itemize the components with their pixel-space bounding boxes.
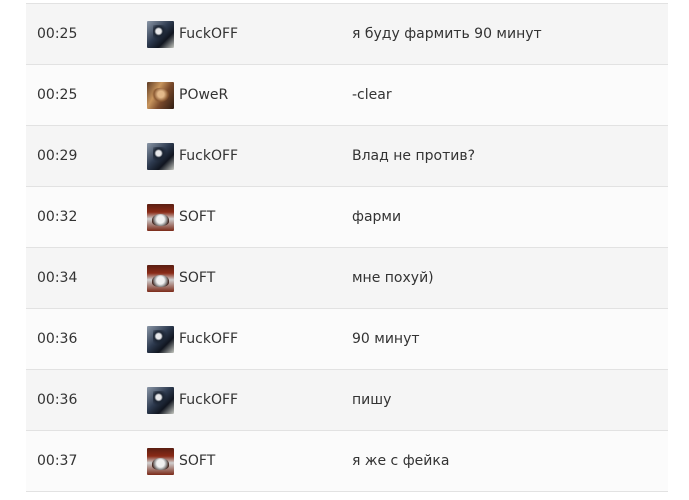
message-time: 00:36	[37, 331, 78, 347]
message-time: 00:25	[37, 26, 78, 42]
message-text: фарми	[352, 209, 402, 225]
message-time: 00:25	[37, 87, 78, 103]
message-author[interactable]: SOFT	[147, 447, 327, 475]
message-time: 00:29	[37, 148, 78, 164]
message-text: Влад не против?	[352, 148, 476, 164]
chat-row: 00:37 SOFT я же с фейка	[26, 431, 668, 492]
chat-log-table: 00:25 FuckOFF я буду фармить 90 минут 00…	[26, 3, 668, 492]
user-avatar-icon[interactable]	[147, 386, 174, 414]
message-text: -clear	[352, 87, 392, 103]
message-author[interactable]: SOFT	[147, 264, 327, 292]
message-text: я же с фейка	[352, 453, 450, 469]
message-text: мне похуй)	[352, 270, 434, 286]
username[interactable]: SOFT	[179, 270, 215, 286]
chat-row: 00:25 POweR -clear	[26, 65, 668, 126]
message-time: 00:32	[37, 209, 78, 225]
user-avatar-icon[interactable]	[147, 81, 174, 109]
message-author[interactable]: FuckOFF	[147, 386, 327, 414]
message-author[interactable]: POweR	[147, 81, 327, 109]
chat-row: 00:32 SOFT фарми	[26, 187, 668, 248]
message-text: я буду фармить 90 минут	[352, 26, 542, 42]
message-author[interactable]: FuckOFF	[147, 142, 327, 170]
chat-row: 00:36 FuckOFF пишу	[26, 370, 668, 431]
message-time: 00:36	[37, 392, 78, 408]
username[interactable]: FuckOFF	[179, 331, 238, 347]
message-author[interactable]: SOFT	[147, 203, 327, 231]
username[interactable]: FuckOFF	[179, 392, 238, 408]
message-text: пишу	[352, 392, 392, 408]
user-avatar-icon[interactable]	[147, 203, 174, 231]
user-avatar-icon[interactable]	[147, 325, 174, 353]
username[interactable]: POweR	[179, 87, 228, 103]
user-avatar-icon[interactable]	[147, 20, 174, 48]
message-time: 00:37	[37, 453, 78, 469]
message-time: 00:34	[37, 270, 78, 286]
chat-row: 00:36 FuckOFF 90 минут	[26, 309, 668, 370]
user-avatar-icon[interactable]	[147, 447, 174, 475]
username[interactable]: FuckOFF	[179, 148, 238, 164]
user-avatar-icon[interactable]	[147, 142, 174, 170]
user-avatar-icon[interactable]	[147, 264, 174, 292]
username[interactable]: SOFT	[179, 209, 215, 225]
message-text: 90 минут	[352, 331, 420, 347]
chat-row: 00:25 FuckOFF я буду фармить 90 минут	[26, 4, 668, 65]
username[interactable]: SOFT	[179, 453, 215, 469]
message-author[interactable]: FuckOFF	[147, 20, 327, 48]
username[interactable]: FuckOFF	[179, 26, 238, 42]
chat-row: 00:34 SOFT мне похуй)	[26, 248, 668, 309]
chat-row: 00:29 FuckOFF Влад не против?	[26, 126, 668, 187]
message-author[interactable]: FuckOFF	[147, 325, 327, 353]
